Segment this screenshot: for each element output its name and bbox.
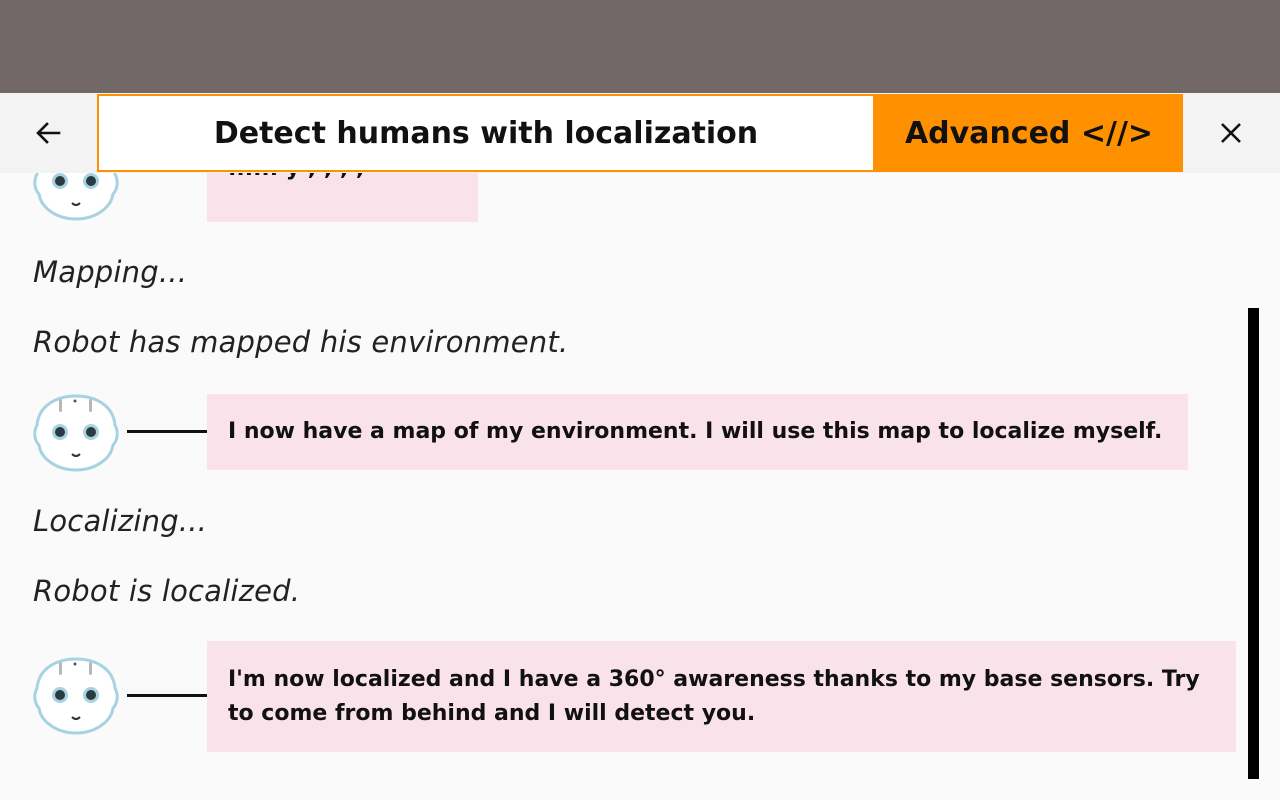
- system-status-bar: [0, 0, 1280, 93]
- scrollbar[interactable]: [1248, 308, 1259, 779]
- robot-message-bubble: ...... y , , , ,: [207, 173, 478, 222]
- status-mapping: Mapping...: [33, 255, 188, 289]
- advanced-button[interactable]: Advanced <//>: [875, 94, 1183, 172]
- status-localizing: Localizing...: [33, 504, 208, 538]
- page-title: Detect humans with localization: [97, 94, 875, 172]
- back-button[interactable]: [18, 103, 78, 163]
- arrow-left-icon: [36, 122, 61, 144]
- robot-message-text: I now have a map of my environment. I wi…: [228, 419, 1163, 444]
- status-localized: Robot is localized.: [33, 574, 301, 608]
- message-connector: [127, 430, 207, 433]
- robot-avatar-icon: [33, 657, 119, 735]
- robot-avatar-icon: [33, 173, 119, 221]
- close-icon: [1221, 123, 1241, 143]
- top-toolbar: Detect humans with localization Advanced…: [0, 93, 1280, 173]
- close-button[interactable]: [1201, 103, 1261, 163]
- robot-message-text: ...... y , , , ,: [228, 173, 364, 186]
- robot-message-bubble: I'm now localized and I have a 360° awar…: [207, 641, 1236, 752]
- status-mapped: Robot has mapped his environment.: [33, 325, 569, 359]
- conversation-log[interactable]: ...... y , , , , Mapping... Robot has ma…: [0, 173, 1280, 800]
- robot-message-text: I'm now localized and I have a 360° awar…: [228, 666, 1200, 726]
- robot-avatar-icon: [33, 394, 119, 472]
- message-connector: [127, 694, 207, 697]
- robot-message-bubble: I now have a map of my environment. I wi…: [207, 394, 1188, 470]
